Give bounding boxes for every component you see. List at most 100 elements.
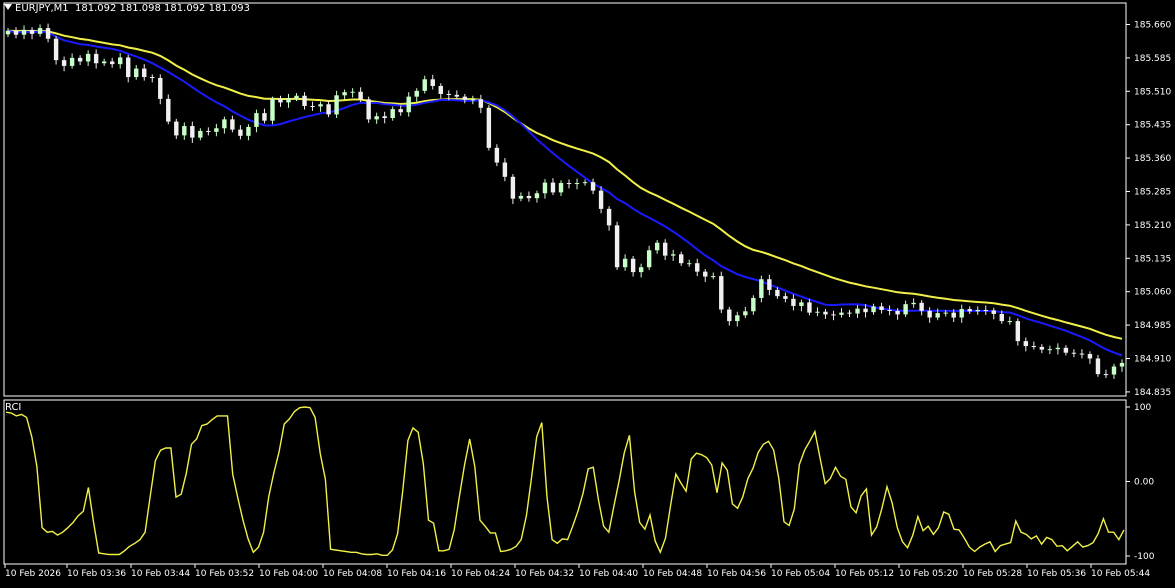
candle[interactable] [502, 158, 508, 182]
candle[interactable] [1111, 363, 1117, 379]
candle[interactable] [1087, 351, 1093, 364]
candle[interactable] [334, 90, 339, 119]
candle[interactable] [630, 256, 636, 277]
candle[interactable] [206, 127, 211, 136]
candle[interactable] [302, 92, 307, 110]
candle[interactable] [262, 108, 267, 124]
candle[interactable] [406, 92, 411, 117]
candle[interactable] [454, 90, 460, 100]
candle[interactable] [719, 271, 724, 314]
candle[interactable] [198, 128, 203, 141]
candle[interactable] [29, 27, 35, 40]
candle[interactable] [126, 54, 131, 83]
candle[interactable] [414, 88, 419, 102]
candle[interactable] [45, 23, 51, 43]
candle[interactable] [13, 27, 19, 39]
candle[interactable] [638, 263, 644, 278]
candle[interactable] [174, 118, 179, 139]
candle[interactable] [85, 50, 91, 66]
candle[interactable] [166, 94, 171, 125]
candle[interactable] [847, 309, 852, 318]
candle[interactable] [711, 272, 716, 280]
candle[interactable] [654, 240, 660, 254]
candle[interactable] [871, 303, 876, 315]
candle[interactable] [69, 53, 75, 69]
candle[interactable] [1119, 359, 1125, 372]
candle[interactable] [101, 58, 107, 66]
candle[interactable] [470, 95, 476, 105]
candle[interactable] [158, 74, 163, 105]
candle[interactable] [1015, 318, 1021, 346]
candle[interactable] [326, 100, 331, 118]
candle[interactable] [37, 24, 43, 37]
candle[interactable] [1047, 345, 1053, 355]
candle[interactable] [462, 93, 468, 104]
candle[interactable] [142, 64, 147, 81]
candle[interactable] [903, 300, 908, 318]
candle[interactable] [831, 310, 836, 321]
candle[interactable] [246, 124, 251, 141]
candle[interactable] [526, 191, 532, 202]
candle[interactable] [254, 109, 259, 133]
candle[interactable] [150, 74, 155, 83]
candle[interactable] [823, 309, 828, 319]
candle[interactable] [751, 295, 756, 315]
candle[interactable] [582, 179, 588, 186]
candle[interactable] [542, 179, 548, 199]
candle[interactable] [310, 101, 315, 111]
candle[interactable] [975, 306, 980, 315]
candle[interactable] [117, 53, 123, 69]
candle[interactable] [606, 206, 612, 231]
candle[interactable] [1039, 344, 1045, 354]
candle[interactable] [983, 305, 988, 315]
candle[interactable] [727, 306, 732, 326]
candle[interactable] [887, 305, 892, 316]
candle[interactable] [430, 74, 435, 90]
candle[interactable] [959, 304, 964, 323]
candle[interactable] [214, 123, 219, 137]
candle[interactable] [286, 93, 291, 108]
candle[interactable] [478, 94, 484, 114]
candle[interactable] [791, 294, 796, 311]
candle[interactable] [855, 305, 860, 318]
candle[interactable] [350, 88, 355, 98]
candle[interactable] [342, 89, 347, 100]
candle[interactable] [919, 300, 924, 316]
candle[interactable] [294, 93, 299, 102]
candle[interactable] [598, 186, 604, 214]
candle[interactable] [1055, 343, 1061, 355]
candle[interactable] [318, 101, 323, 112]
candle[interactable] [670, 249, 676, 261]
candle[interactable] [486, 105, 492, 151]
candle[interactable] [366, 96, 371, 123]
candle[interactable] [109, 57, 115, 68]
candle[interactable] [767, 274, 772, 296]
candle[interactable] [622, 254, 628, 271]
candle[interactable] [278, 95, 283, 107]
candle[interactable] [703, 268, 708, 282]
candle[interactable] [374, 112, 379, 124]
candle[interactable] [879, 302, 884, 314]
candle[interactable] [991, 307, 996, 320]
candle[interactable] [590, 178, 596, 195]
candle[interactable] [799, 299, 804, 312]
candle[interactable] [398, 105, 403, 116]
candle[interactable] [534, 190, 540, 203]
candle[interactable] [967, 306, 972, 314]
candle[interactable] [382, 111, 387, 124]
candle[interactable] [839, 308, 844, 318]
candle[interactable] [510, 174, 516, 204]
candle[interactable] [1031, 341, 1037, 350]
candle[interactable] [550, 178, 556, 196]
candle[interactable] [807, 298, 812, 316]
candle[interactable] [61, 56, 67, 72]
candle[interactable] [735, 311, 740, 327]
candle[interactable] [494, 144, 500, 167]
candle[interactable] [614, 221, 620, 270]
candle[interactable] [679, 251, 684, 266]
candle[interactable] [1079, 349, 1085, 359]
candle[interactable] [93, 49, 99, 69]
candle[interactable] [759, 275, 764, 303]
candle[interactable] [518, 192, 524, 202]
candle[interactable] [230, 115, 235, 133]
